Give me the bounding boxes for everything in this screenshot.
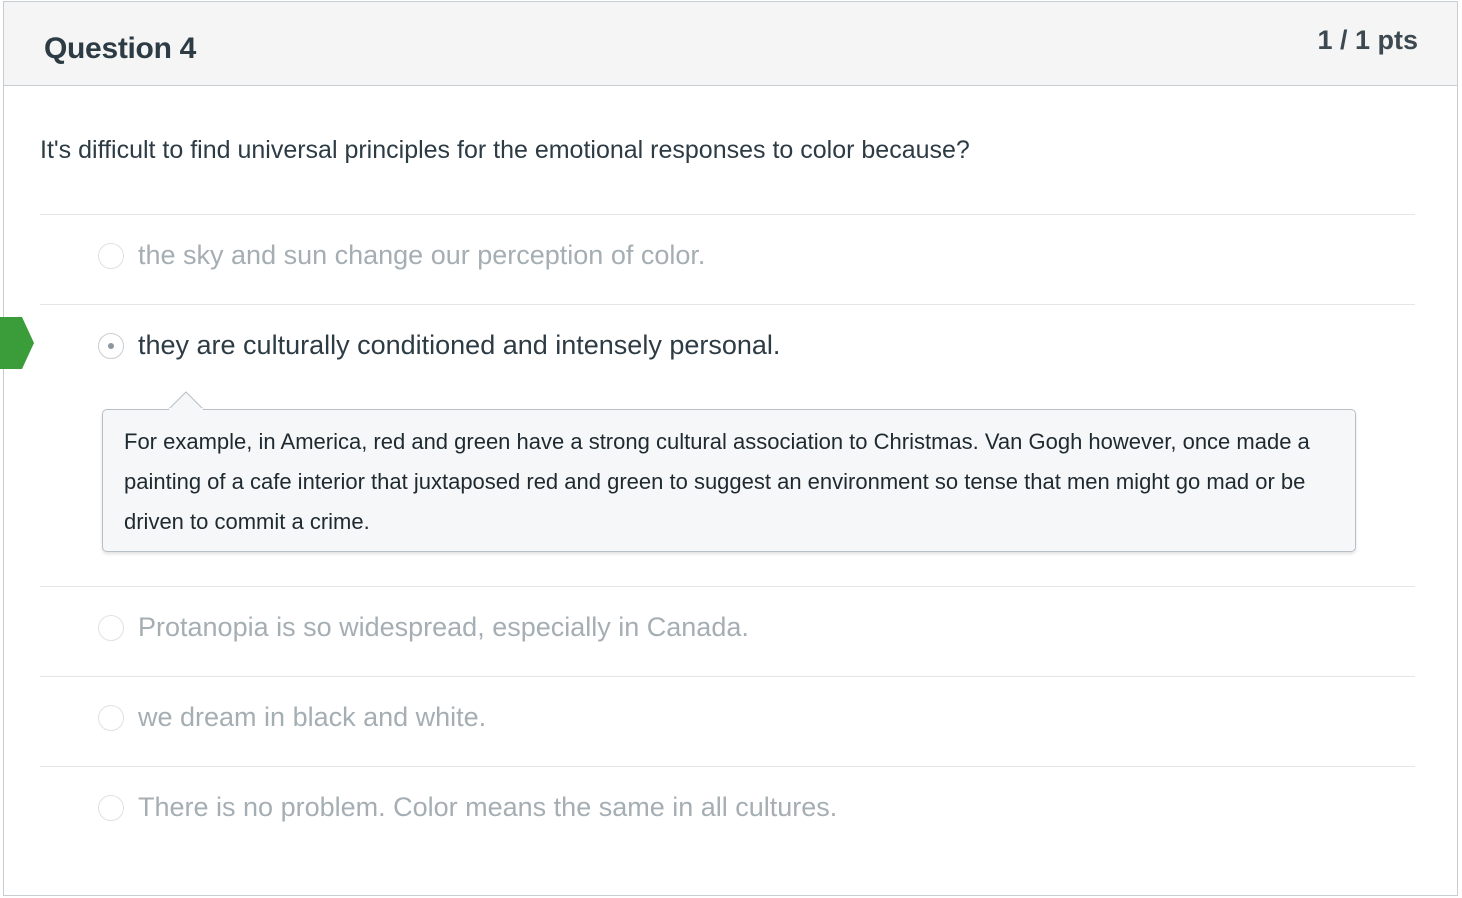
comment-pointer-mask [169, 408, 203, 412]
answer-radio-1[interactable] [98, 243, 124, 269]
correct-answer-flag-icon [0, 317, 34, 369]
question-points: 1 / 1 pts [1317, 25, 1418, 55]
question-title: Question 4 [44, 32, 197, 65]
answer-label-4: we dream in black and white. [138, 702, 487, 732]
answer-label-2: they are culturally conditioned and inte… [138, 330, 781, 360]
answer-comment-box: For example, in America, red and green h… [102, 409, 1356, 552]
answer-radio-5[interactable] [98, 795, 124, 821]
question-text: It's difficult to find universal princip… [40, 136, 970, 164]
answer-label-1: the sky and sun change our perception of… [138, 240, 706, 270]
answer-radio-2-selected[interactable] [98, 333, 124, 359]
answer-option-2[interactable]: they are culturally conditioned and inte… [40, 304, 1415, 394]
answer-label-5: There is no problem. Color means the sam… [138, 792, 838, 822]
answer-comment-text: For example, in America, red and green h… [124, 429, 1310, 534]
answer-option-3[interactable]: Protanopia is so widespread, especially … [40, 586, 1415, 676]
answer-option-4[interactable]: we dream in black and white. [40, 676, 1415, 766]
answer-radio-4[interactable] [98, 705, 124, 731]
answer-label-3: Protanopia is so widespread, especially … [138, 612, 749, 642]
question-header: Question 4 1 / 1 pts [4, 2, 1457, 86]
answer-option-5[interactable]: There is no problem. Color means the sam… [40, 766, 1415, 856]
answer-radio-3[interactable] [98, 615, 124, 641]
answer-option-1[interactable]: the sky and sun change our perception of… [40, 214, 1415, 304]
